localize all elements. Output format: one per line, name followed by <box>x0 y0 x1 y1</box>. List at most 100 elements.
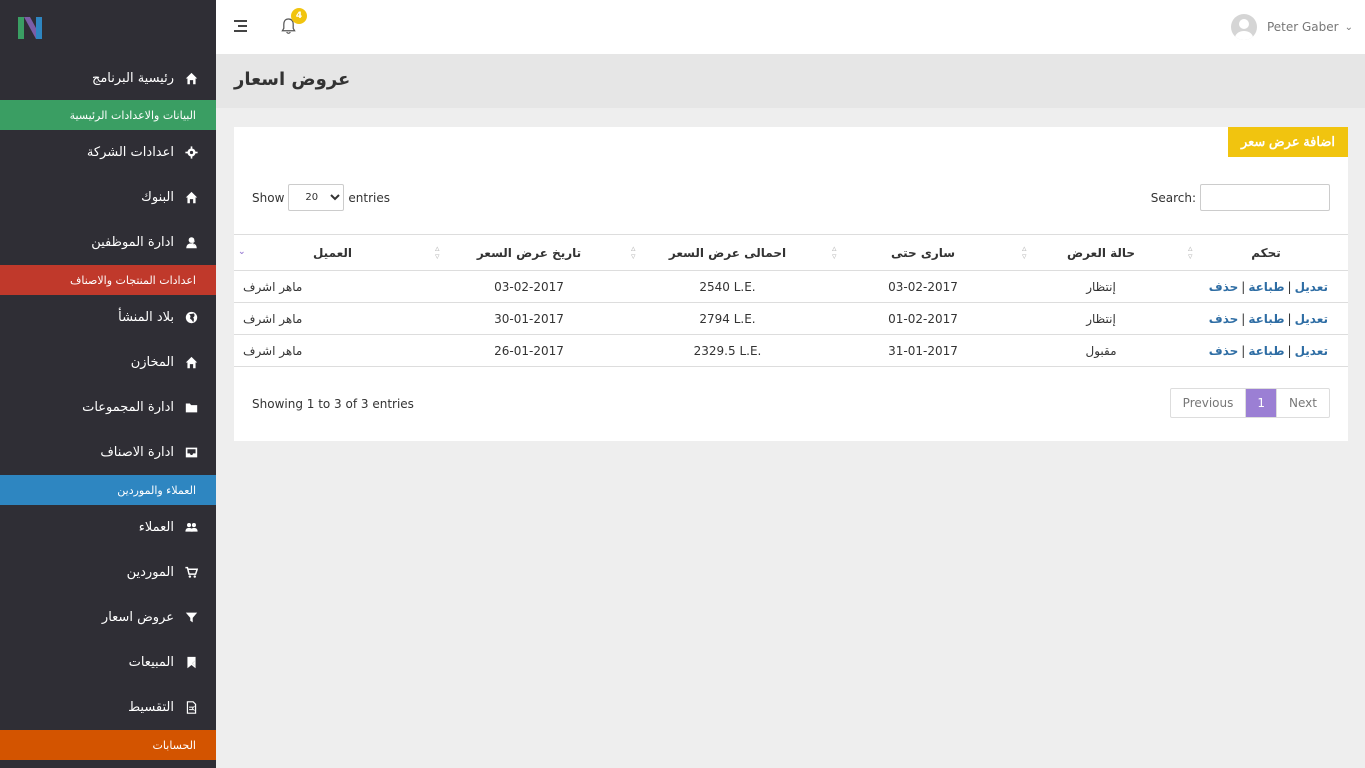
separator: | <box>1287 343 1292 358</box>
users-icon <box>184 521 198 535</box>
sidebar-item-label: بلاد المنشأ <box>118 310 174 325</box>
cell-client: ماهر اشرف <box>234 302 431 335</box>
sidebar: رئيسية البرنامج البيانات والاعدادات الرئي… <box>0 0 216 768</box>
column-header-valid-until[interactable]: سارى حتى ▵ ▿ <box>828 234 1018 271</box>
sidebar-item[interactable]: العملاء <box>0 505 216 550</box>
table-info: Showing 1 to 3 of 3 entries <box>252 397 414 411</box>
sidebar-item[interactable]: عروض اسعار <box>0 595 216 640</box>
sidebar-item[interactable]: ادارة المجموعات <box>0 385 216 430</box>
search-input[interactable] <box>1200 184 1330 211</box>
add-quote-button[interactable]: اضافة عرض سعر <box>1227 127 1348 157</box>
notifications-badge: 4 <box>291 8 307 24</box>
cell-total: 2540 L.E. <box>627 270 828 303</box>
cell-date: 30-01-2017 <box>431 302 627 335</box>
page-length-select[interactable]: 20 <box>288 184 345 211</box>
cart-icon <box>184 566 198 580</box>
gear-icon <box>184 146 198 160</box>
avatar <box>1230 14 1257 40</box>
page-title: عروض اسعار <box>234 69 351 90</box>
page-1-button[interactable]: 1 <box>1246 389 1278 417</box>
menu-toggle-icon[interactable] <box>234 20 248 32</box>
sidebar-section-header: العملاء والموردين <box>0 475 216 505</box>
home-icon <box>184 356 198 370</box>
column-header-client[interactable]: العميل ⌄ <box>234 234 431 271</box>
sidebar-item-label: عروض اسعار <box>101 610 174 625</box>
sidebar-item[interactable]: بلاد المنشأ <box>0 295 216 340</box>
separator: | <box>1287 279 1292 294</box>
cell-status: إنتظار <box>1018 302 1184 335</box>
sidebar-item-label: العملاء <box>138 520 174 535</box>
sort-icon: ▵ ▿ <box>1188 244 1193 262</box>
sidebar-nav: رئيسية البرنامج البيانات والاعدادات الرئي… <box>0 56 216 760</box>
sidebar-item-label: اعدادات الشركة <box>86 145 174 160</box>
cell-date: 26-01-2017 <box>431 334 627 367</box>
column-header-date[interactable]: تاريخ عرض السعر ▵ ▿ <box>431 234 627 271</box>
previous-page-button[interactable]: Previous <box>1171 389 1247 417</box>
sidebar-item[interactable]: الموردين <box>0 550 216 595</box>
edit-link[interactable]: تعديل <box>1295 344 1328 358</box>
cell-client: ماهر اشرف <box>234 334 431 367</box>
sidebar-item[interactable]: رئيسية البرنامج <box>0 56 216 100</box>
cell-status: مقبول <box>1018 334 1184 367</box>
sidebar-item[interactable]: المخازن <box>0 340 216 385</box>
sidebar-item[interactable]: ادارة الاصناف <box>0 430 216 475</box>
sidebar-item-label: التقسيط <box>128 700 174 715</box>
cell-actions: تعديل|طباعة|حذف <box>1184 270 1348 303</box>
pagination: Previous 1 Next <box>1169 388 1330 418</box>
sidebar-item[interactable]: البنوك <box>0 175 216 220</box>
sidebar-item-label: المخازن <box>130 355 174 370</box>
column-header-status[interactable]: حالة العرض ▵ ▿ <box>1018 234 1184 271</box>
sidebar-item-label: البنوك <box>141 190 174 205</box>
app-logo-icon <box>18 17 42 39</box>
page-length-control: Show 20 entries <box>252 184 390 211</box>
chevron-left-icon: ‹ <box>191 700 196 715</box>
notifications-button[interactable]: 4 <box>281 8 307 36</box>
print-link[interactable]: طباعة <box>1248 280 1284 294</box>
table-header-row: العميل ⌄ تاريخ عرض السعر ▵ ▿ احمالى عرض الس… <box>234 234 1348 271</box>
edit-link[interactable]: تعديل <box>1295 280 1328 294</box>
sidebar-item[interactable]: ‹ ادارة الموظفين <box>0 220 216 265</box>
table-row: ماهر اشرف 26-01-2017 2329.5 L.E. 31-01-2017… <box>234 334 1348 367</box>
home-icon <box>184 71 198 85</box>
user-menu[interactable]: Peter Gaber ⌄ <box>1230 13 1353 41</box>
entries-label: entries <box>348 190 390 205</box>
sidebar-item[interactable]: ‹ المبيعات <box>0 640 216 685</box>
sidebar-item-label: ادارة الاصناف <box>100 445 174 460</box>
user-name: Peter Gaber <box>1266 20 1339 34</box>
print-link[interactable]: طباعة <box>1248 312 1284 326</box>
cell-total: 2329.5 L.E. <box>627 334 828 367</box>
cell-actions: تعديل|طباعة|حذف <box>1184 334 1348 367</box>
delete-link[interactable]: حذف <box>1209 344 1239 358</box>
search-label: Search: <box>1150 190 1196 205</box>
separator: | <box>1287 311 1292 326</box>
sidebar-item-label: ادارة الموظفين <box>91 235 174 250</box>
sidebar-item[interactable]: اعدادات الشركة <box>0 130 216 175</box>
sidebar-item-label: المبيعات <box>128 655 174 670</box>
column-header-total[interactable]: احمالى عرض السعر ▵ ▿ <box>627 234 828 271</box>
sort-icon: ▵ ▿ <box>832 244 837 262</box>
edit-link[interactable]: تعديل <box>1295 312 1328 326</box>
delete-link[interactable]: حذف <box>1209 312 1239 326</box>
sort-desc-icon: ⌄ <box>238 247 246 257</box>
cell-date: 03-02-2017 <box>431 270 627 303</box>
folder-icon <box>184 401 198 415</box>
separator: | <box>1241 311 1246 326</box>
filter-icon <box>184 611 198 625</box>
sidebar-section-header: البيانات والاعدادات الرئيسية <box>0 100 216 130</box>
cell-valid-until: 03-02-2017 <box>828 270 1018 303</box>
delete-link[interactable]: حذف <box>1209 280 1239 294</box>
inbox-icon <box>184 446 198 460</box>
column-header-actions[interactable]: تحكم ▵ ▿ <box>1184 234 1348 271</box>
print-link[interactable]: طباعة <box>1248 344 1284 358</box>
next-page-button[interactable]: Next <box>1277 389 1329 417</box>
show-label: Show <box>252 190 285 205</box>
sidebar-section-header: الحسابات <box>0 730 216 760</box>
sidebar-item-label: رئيسية البرنامج <box>91 70 174 86</box>
sort-icon: ▵ ▿ <box>631 244 636 262</box>
sort-icon: ▵ ▿ <box>1022 244 1027 262</box>
search-control: Search: <box>1151 184 1330 211</box>
logo[interactable] <box>0 0 216 56</box>
cell-client: ماهر اشرف <box>234 270 431 303</box>
chevron-down-icon: ⌄ <box>1344 21 1353 33</box>
sidebar-item[interactable]: ‹ التقسيط <box>0 685 216 730</box>
